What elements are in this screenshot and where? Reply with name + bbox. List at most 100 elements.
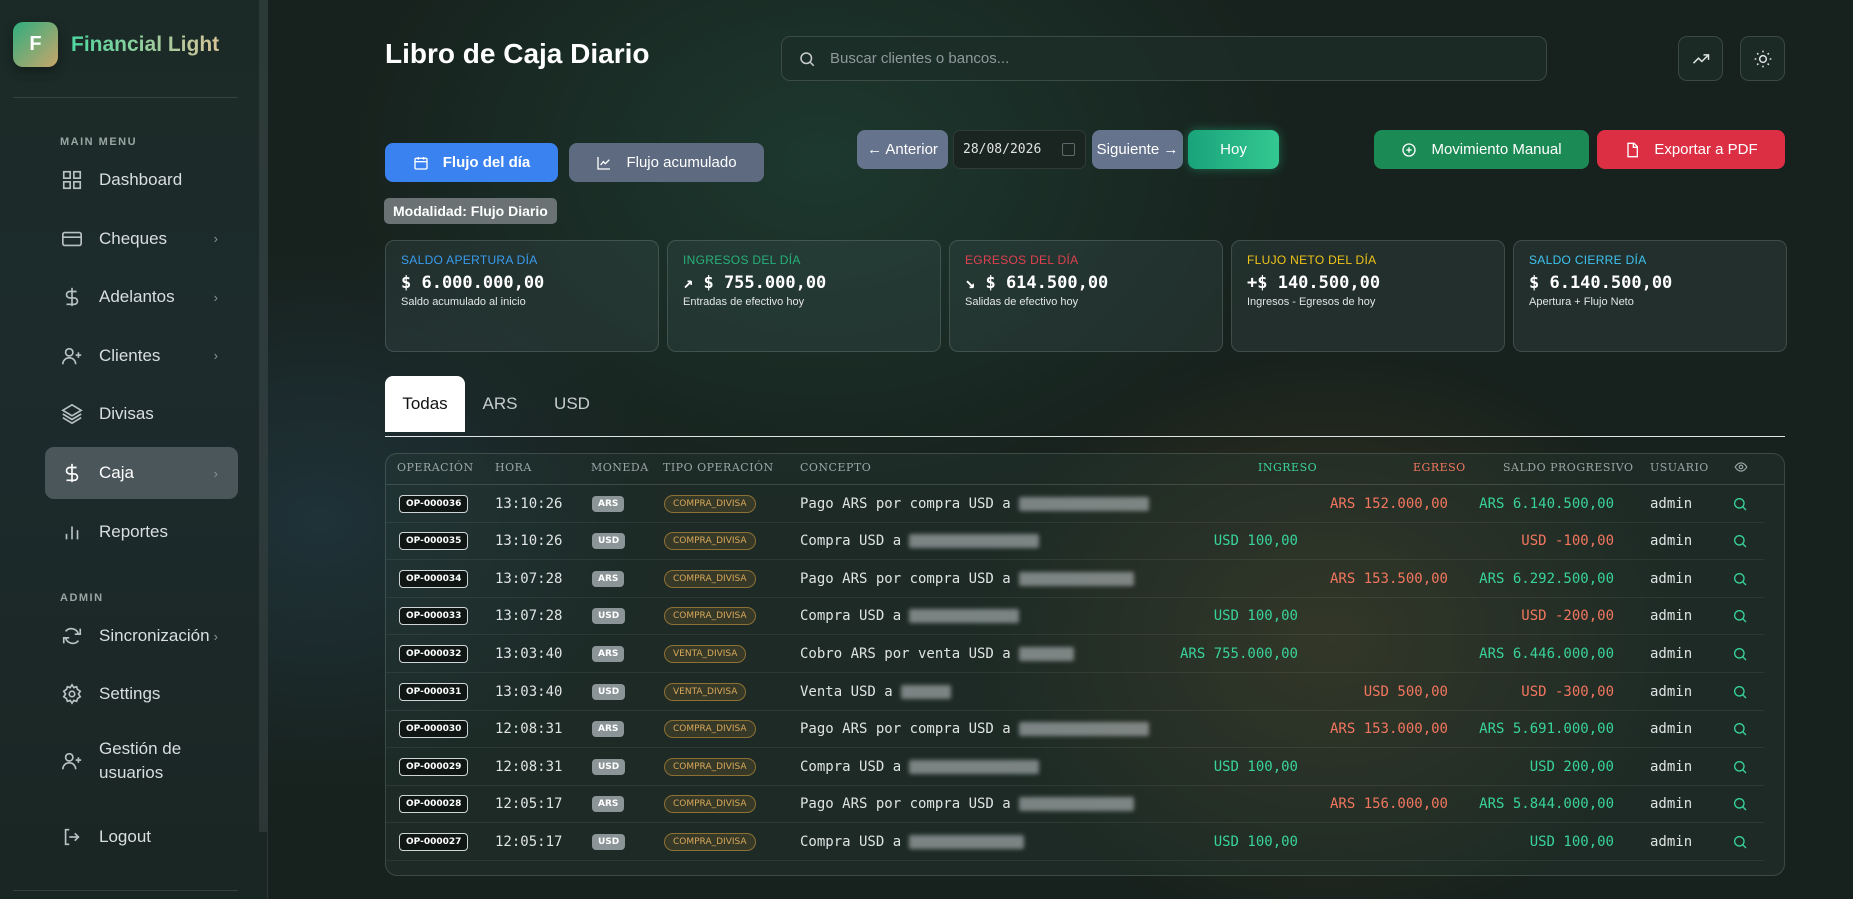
view-details-icon[interactable] xyxy=(1732,485,1748,522)
sidebar-item-adelantos[interactable]: Adelantos › xyxy=(45,271,238,323)
flujo-dia-label: Flujo del día xyxy=(442,154,531,171)
col-concepto: CONCEPTO xyxy=(800,461,872,474)
sidebar-item-dashboard[interactable]: Dashboard xyxy=(45,154,238,206)
sidebar-item-caja[interactable]: Caja › xyxy=(45,447,238,499)
view-details-icon[interactable] xyxy=(1732,523,1748,560)
concept-text: Venta USD a xyxy=(800,683,893,700)
concept-text: Compra USD a xyxy=(800,758,902,775)
view-details-icon[interactable] xyxy=(1732,635,1748,672)
brand-name: Financial Light xyxy=(71,32,220,56)
concept-text: Pago ARS por compra USD a xyxy=(800,721,1011,738)
table-row[interactable]: OP-000033 13:07:28 USD COMPRA_DIVISA Compra … xyxy=(386,598,1764,636)
sidebar-item-clientes[interactable]: Clientes › xyxy=(45,330,238,382)
ingreso-cell xyxy=(1136,673,1298,710)
sidebar-item-sincronizaci-n[interactable]: Sincronización › xyxy=(45,610,238,662)
card-value: ↗ $ 755.000,00 xyxy=(683,273,827,293)
col-tipo: TIPO OPERACIÓN xyxy=(663,461,774,474)
card-title: FLUJO NETO DEL DÍA xyxy=(1247,253,1377,267)
operation-id-badge[interactable]: OP-000029 xyxy=(399,757,469,776)
tab-usd[interactable]: USD xyxy=(542,376,602,432)
card-title: SALDO CIERRE DÍA xyxy=(1529,253,1647,267)
table-row[interactable]: OP-000035 13:10:26 USD COMPRA_DIVISA Compra … xyxy=(386,523,1764,561)
redacted-name xyxy=(909,759,1040,774)
table-row[interactable]: OP-000030 12:08:31 ARS COMPRA_DIVISA Pago AR… xyxy=(386,711,1764,749)
trend-button[interactable] xyxy=(1678,36,1723,81)
card-title: SALDO APERTURA DÍA xyxy=(401,253,538,267)
sidebar-item-label: Gestión de usuarios xyxy=(99,739,182,782)
view-details-icon[interactable] xyxy=(1732,598,1748,635)
sidebar-item-logout[interactable]: Logout xyxy=(45,811,238,863)
operation-id-badge[interactable]: OP-000033 xyxy=(399,607,469,626)
dollar-icon xyxy=(61,462,83,484)
concept-text: Pago ARS por compra USD a xyxy=(800,495,1011,512)
sidebar-item-label: Dashboard xyxy=(99,170,183,189)
tab-todas[interactable]: Todas xyxy=(385,376,465,432)
table-row[interactable]: OP-000029 12:08:31 USD COMPRA_DIVISA Compra … xyxy=(386,748,1764,786)
siguiente-button[interactable]: Siguiente → xyxy=(1092,130,1183,169)
egreso-cell: ARS 153.000,00 xyxy=(1329,721,1448,738)
flujo-dia-button[interactable]: Flujo del día xyxy=(385,143,558,182)
sidebar-item-settings[interactable]: Settings xyxy=(45,668,238,720)
card-icon xyxy=(61,228,83,250)
theme-toggle-button[interactable] xyxy=(1740,36,1785,81)
operation-id-badge[interactable]: OP-000027 xyxy=(399,832,469,851)
table-row[interactable]: OP-000034 13:07:28 ARS COMPRA_DIVISA Pago AR… xyxy=(386,560,1764,598)
view-details-icon[interactable] xyxy=(1732,786,1748,823)
card-value: $ 6.140.500,00 xyxy=(1529,273,1673,293)
col-usuario: USUARIO xyxy=(1650,461,1709,474)
card-value: +$ 140.500,00 xyxy=(1247,273,1381,293)
operation-type-badge: VENTA_DIVISA xyxy=(664,644,747,663)
anterior-button[interactable]: ← Anterior xyxy=(857,130,948,169)
operation-id-badge[interactable]: OP-000035 xyxy=(399,532,469,551)
sidebar-item-divisas[interactable]: Divisas xyxy=(45,388,238,440)
exportar-pdf-button[interactable]: Exportar a PDF xyxy=(1597,130,1785,169)
view-details-icon[interactable] xyxy=(1732,711,1748,748)
table-row[interactable]: OP-000027 12:05:17 USD COMPRA_DIVISA Compra … xyxy=(386,823,1764,861)
operation-type-badge: COMPRA_DIVISA xyxy=(664,532,756,551)
calendar-icon[interactable] xyxy=(1062,143,1075,156)
date-input[interactable]: 28/08/2026 xyxy=(953,130,1086,169)
egreso-cell xyxy=(1286,598,1448,635)
user-cell: admin xyxy=(1650,608,1693,625)
operation-type-badge: COMPRA_DIVISA xyxy=(664,832,756,851)
bar-chart-icon xyxy=(61,521,83,543)
brand[interactable]: F Financial Light xyxy=(13,22,219,67)
currency-badge: USD xyxy=(592,683,626,700)
time-cell: 12:05:17 xyxy=(495,833,563,850)
redacted-name xyxy=(900,684,951,699)
operation-id-badge[interactable]: OP-000034 xyxy=(399,569,469,588)
operation-id-badge[interactable]: OP-000031 xyxy=(399,682,469,701)
flujo-acumulado-button[interactable]: Flujo acumulado xyxy=(569,143,764,182)
movimiento-manual-label: Movimiento Manual xyxy=(1431,141,1562,158)
operation-id-badge[interactable]: OP-000032 xyxy=(399,644,469,663)
table-row[interactable]: OP-000031 13:03:40 USD VENTA_DIVISA Venta US… xyxy=(386,673,1764,711)
table-row[interactable]: OP-000036 13:10:26 ARS COMPRA_DIVISA Pago AR… xyxy=(386,485,1764,523)
view-details-icon[interactable] xyxy=(1732,823,1748,860)
logout-icon xyxy=(61,826,83,848)
sidebar-item-label: Sincronización xyxy=(99,626,210,645)
sidebar-item-reportes[interactable]: Reportes xyxy=(45,506,238,558)
table-row[interactable]: OP-000028 12:05:17 ARS COMPRA_DIVISA Pago AR… xyxy=(386,786,1764,824)
view-details-icon[interactable] xyxy=(1732,748,1748,785)
operation-id-badge[interactable]: OP-000030 xyxy=(399,720,469,739)
sidebar-item-gesti-n-de-usuarios[interactable]: Gestión de usuarios xyxy=(45,729,238,793)
tab-ars[interactable]: ARS xyxy=(469,376,531,432)
operation-id-badge[interactable]: OP-000028 xyxy=(399,795,469,814)
col-saldo: SALDO PROGRESIVO xyxy=(1503,461,1634,474)
concept-text: Compra USD a xyxy=(800,533,902,550)
summary-card: INGRESOS DEL DÍA ↗ $ 755.000,00 Entradas d… xyxy=(667,240,941,352)
saldo-cell: USD 100,00 xyxy=(1529,833,1614,850)
movimiento-manual-button[interactable]: Movimiento Manual xyxy=(1374,130,1589,169)
sidebar-scrollbar[interactable] xyxy=(259,0,267,832)
view-details-icon[interactable] xyxy=(1732,560,1748,597)
operation-id-badge[interactable]: OP-000036 xyxy=(399,494,469,513)
currency-badge: USD xyxy=(592,833,626,850)
hoy-button[interactable]: Hoy xyxy=(1188,130,1279,169)
redacted-name xyxy=(909,834,1025,849)
table-row[interactable]: OP-000032 13:03:40 ARS VENTA_DIVISA Cobro AR… xyxy=(386,635,1764,673)
gear-icon xyxy=(61,683,83,705)
sidebar-item-cheques[interactable]: Cheques › xyxy=(45,213,238,265)
search-input[interactable] xyxy=(830,50,1510,67)
search-bar[interactable] xyxy=(781,36,1547,81)
view-details-icon[interactable] xyxy=(1732,673,1748,710)
